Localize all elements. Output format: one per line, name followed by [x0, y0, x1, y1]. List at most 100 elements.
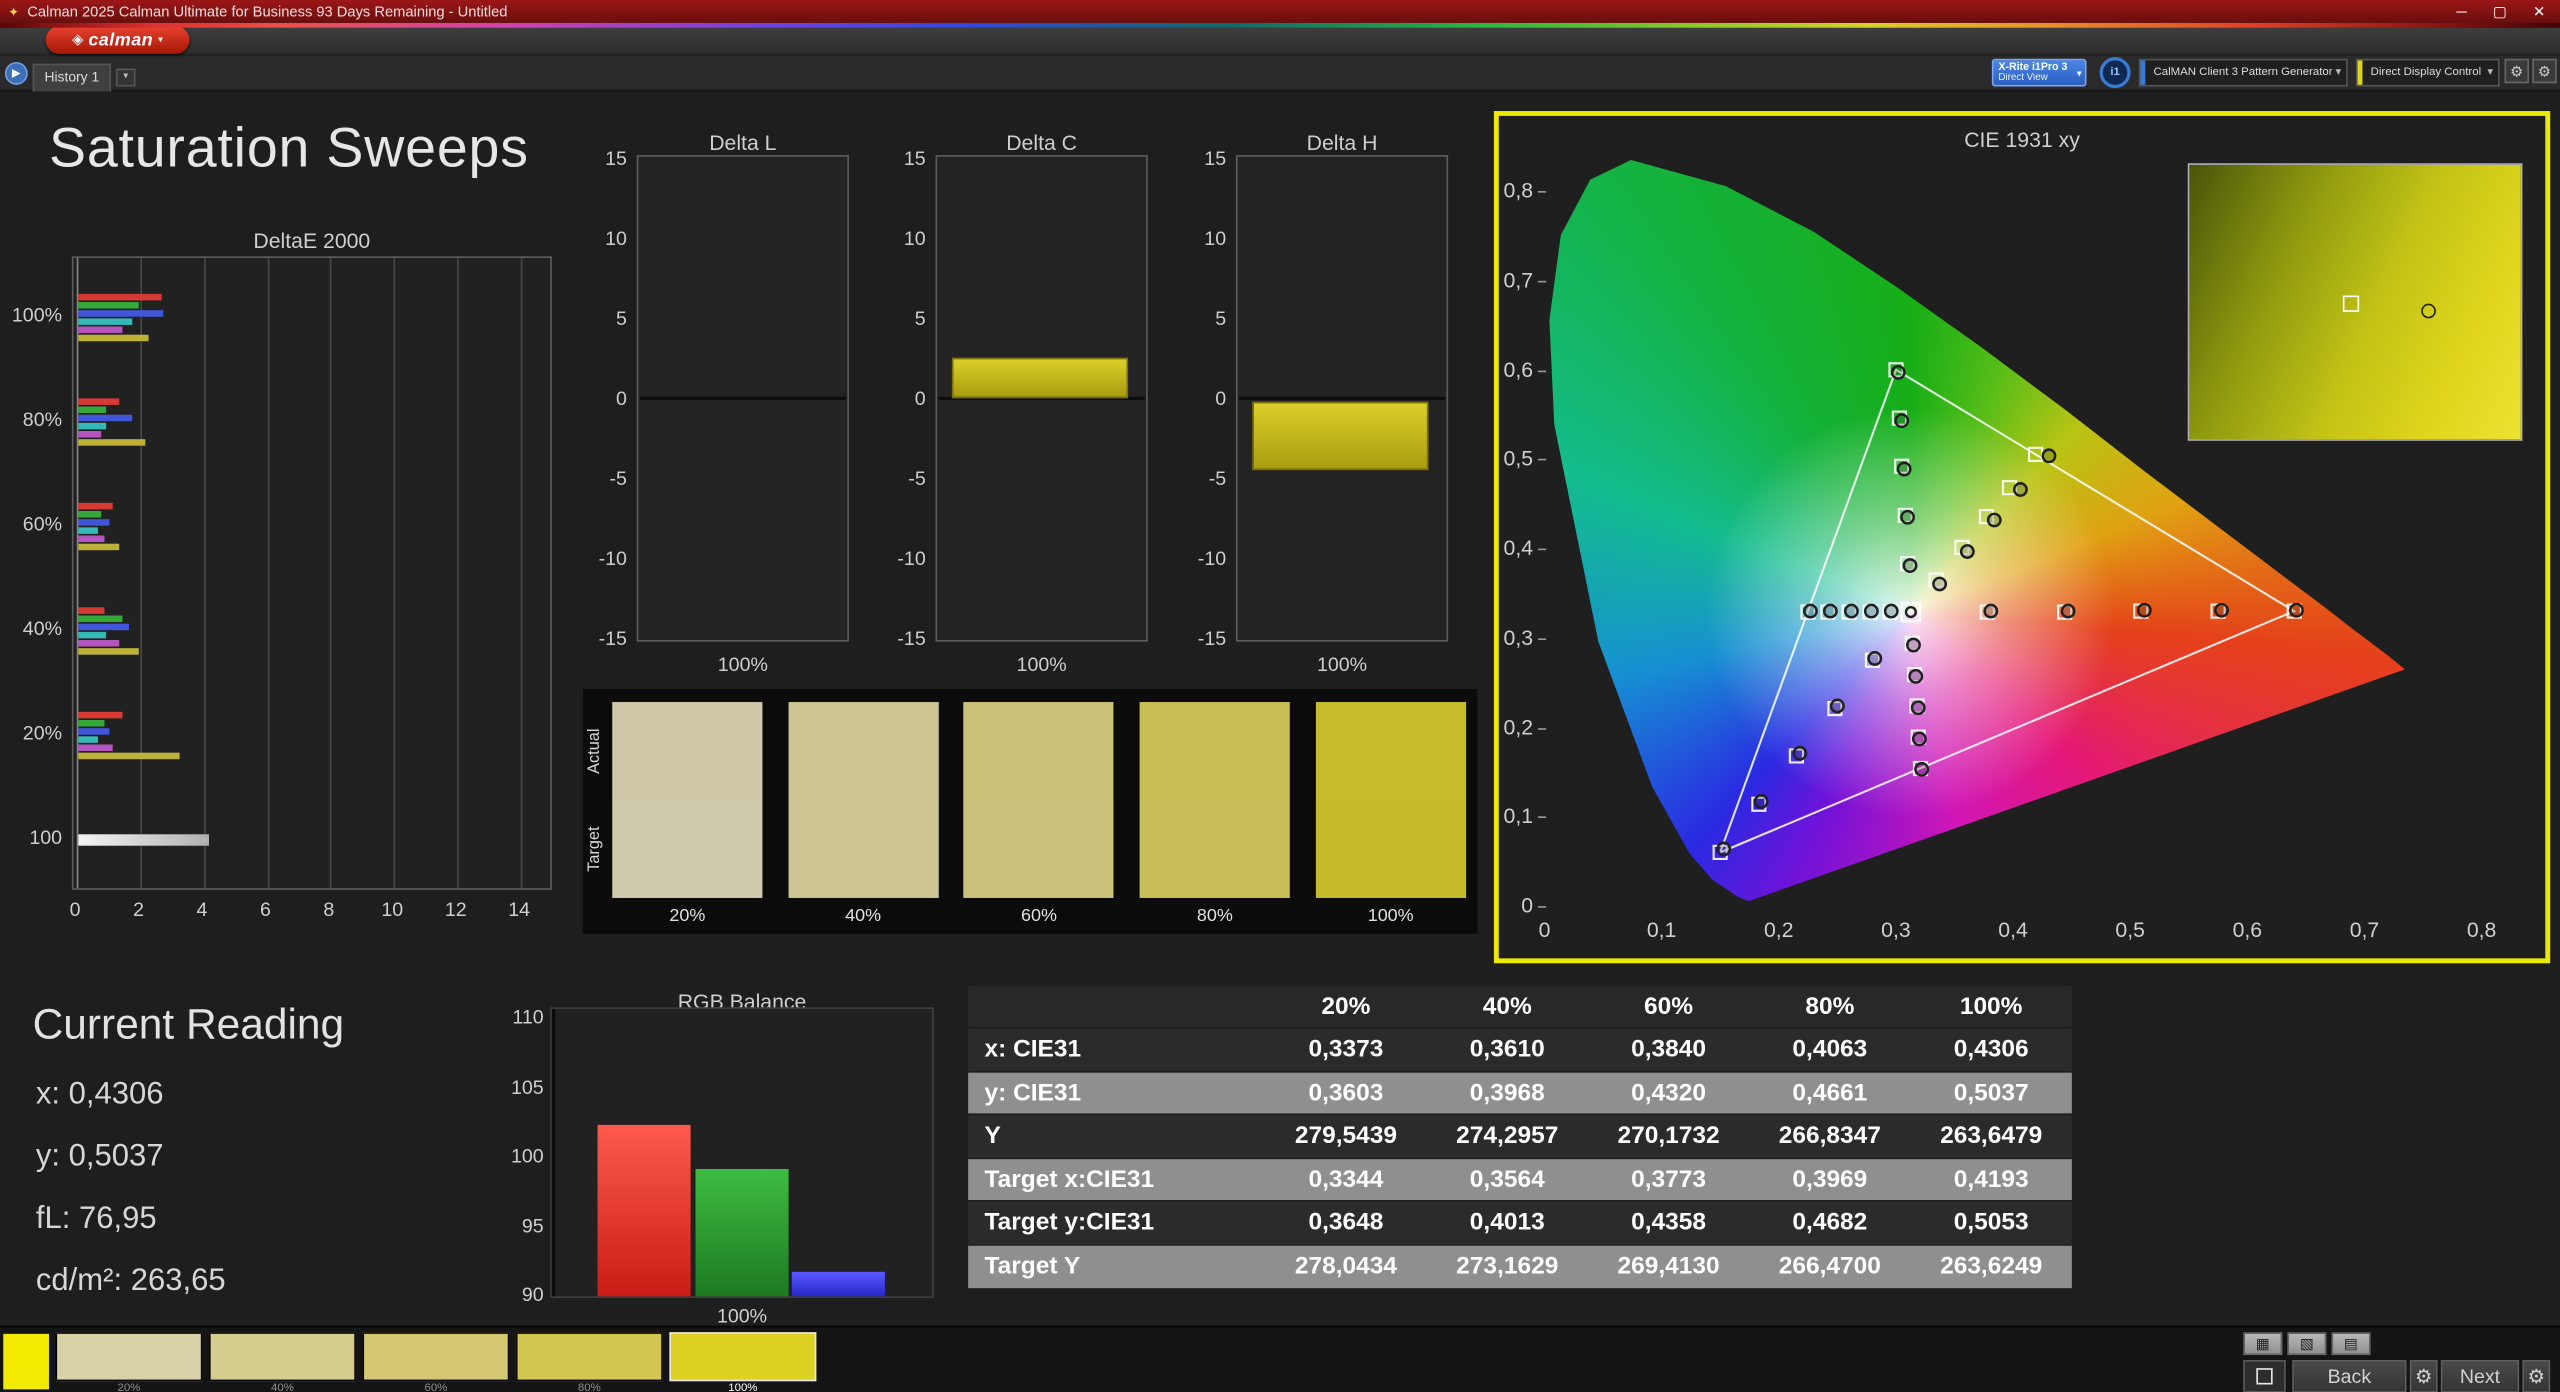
display-control-dropdown[interactable]: Direct Display Control ▾: [2355, 58, 2500, 87]
settings-gear-button[interactable]: ⚙: [2504, 58, 2529, 84]
table-cell: 274,2957: [1456, 1121, 1559, 1150]
swatch-target-60%: [963, 799, 1115, 898]
deltae-y-tick-label: 20%: [22, 721, 63, 745]
accent-bar: [2357, 60, 2363, 85]
swatch-column-label: 40%: [845, 906, 882, 926]
table-cell: 100%: [1959, 992, 2023, 1021]
window-title: Calman 2025 Calman Ultimate for Business…: [27, 3, 508, 20]
rgb-bar-blue: [791, 1271, 885, 1297]
dH-y-tick-label: -10: [1197, 546, 1227, 570]
deltae-x-tick-label: 8: [323, 897, 335, 921]
footer-swatch-40%[interactable]: [208, 1332, 356, 1382]
rgb-bar-green: [694, 1168, 788, 1297]
table-row: x: CIE31 0,3373 0,3610 0,3840 0,4063 0,4306: [968, 1026, 2072, 1071]
dH-zero-line: [1239, 396, 1445, 400]
dH-x-label: 100%: [1316, 653, 1368, 676]
rgb-x-label: 100%: [716, 1304, 768, 1328]
pattern-generator-dropdown[interactable]: CalMAN Client 3 Pattern Generator ▾: [2138, 58, 2348, 87]
measured-marker-red: [2136, 602, 2152, 618]
meter-dropdown[interactable]: X-Rite i1Pro 3 Direct View ▾: [1991, 58, 2087, 87]
table-cell: 266,8347: [1778, 1121, 1881, 1150]
footer-swatch-20%[interactable]: [55, 1332, 203, 1382]
cie-x-tick-label: 0: [1538, 917, 1551, 943]
measured-marker-green: [1900, 509, 1916, 525]
workflow-settings-gear-button[interactable]: ⚙: [2532, 58, 2557, 84]
dL-y-tick-label: -5: [609, 466, 627, 490]
cie-y-tick-label: 0,6: [1503, 356, 1534, 382]
calman-logo-icon: ◈: [72, 31, 84, 48]
table-row: y: CIE31 0,3603 0,3968 0,4320 0,4661 0,5037: [968, 1070, 2072, 1114]
swatch-target-80%: [1139, 799, 1290, 898]
deltae-bar-green: [78, 510, 101, 517]
measured-marker-magenta: [1910, 700, 1926, 716]
dC-y-tick-label: 0: [914, 386, 926, 410]
history-play-button[interactable]: ▶: [4, 62, 28, 85]
cie-y-tickmark: [1537, 548, 1547, 551]
tab-history-1[interactable]: History 1: [32, 63, 112, 92]
maximize-button[interactable]: ▢: [2493, 2, 2507, 20]
footer-swatch-label: 40%: [270, 1382, 294, 1392]
close-button[interactable]: ✕: [2533, 2, 2545, 20]
deltae-bar-magenta: [78, 430, 101, 437]
measured-marker-yellow: [1959, 544, 1975, 559]
table-cell: 0,4063: [1792, 1035, 1868, 1063]
table-cell: 273,1629: [1456, 1252, 1559, 1280]
footer-swatch-60%[interactable]: [362, 1332, 510, 1382]
cie-y-tickmark: [1537, 637, 1547, 640]
calman-menu-button[interactable]: ◈ calman ▾: [45, 26, 190, 54]
rgb-y-tick-label: 100: [510, 1144, 544, 1168]
measured-marker-blue: [1829, 698, 1845, 714]
deltae-x-tick-label: 4: [196, 897, 208, 921]
measured-marker-blue: [1867, 651, 1883, 666]
cie-x-tick-label: 0,4: [1998, 917, 2028, 943]
minimize-button[interactable]: ─: [2456, 2, 2466, 20]
swatch-column-label: 80%: [1196, 906, 1233, 926]
meter-status-badge[interactable]: i1: [2099, 57, 2131, 89]
white-point-measured: [1904, 605, 1917, 619]
current-reading-title: Current Reading: [32, 999, 345, 1049]
cie-y-tick-label: 0,2: [1503, 714, 1534, 739]
back-button[interactable]: Back: [2292, 1359, 2407, 1392]
dL-y-tick-label: 15: [605, 146, 627, 170]
next-button[interactable]: Next: [2440, 1359, 2520, 1392]
cie-y-tick-label: 0: [1521, 893, 1534, 918]
deltae-bar-yellow: [78, 333, 149, 341]
measured-marker-blue: [1716, 841, 1732, 857]
dC-y-tick-label: -5: [908, 466, 926, 490]
footer-tool-button-2[interactable]: ▤: [2331, 1332, 2371, 1356]
cie-y-tickmark: [1537, 191, 1547, 193]
footer-tool-button-0[interactable]: ▦: [2243, 1332, 2283, 1356]
cie-x-tick-label: 0,1: [1646, 917, 1677, 943]
footer-swatch-100%[interactable]: [669, 1332, 817, 1382]
table-cell: 0,3773: [1631, 1165, 1707, 1194]
cie-y-tickmark: [1537, 459, 1547, 461]
footer-swatch-80%[interactable]: [515, 1332, 663, 1382]
deltae-bar-blue: [78, 518, 111, 525]
deltae-bar-cyan: [78, 422, 107, 429]
back-settings-gear-icon[interactable]: ⚙: [2409, 1359, 2438, 1392]
cie-y-tick-label: 0,1: [1503, 803, 1534, 829]
deltae-bar-blue: [78, 622, 130, 630]
table-cell: 278,0434: [1294, 1252, 1398, 1280]
swatch-column-label: 100%: [1367, 906, 1414, 926]
deltae-gridline: [457, 257, 460, 889]
table-row-label: Y: [984, 1121, 1001, 1150]
footer-tool-button-1[interactable]: ▧: [2287, 1332, 2327, 1356]
dH-y-tick-label: 15: [1204, 146, 1227, 170]
pattern-window-button[interactable]: [2243, 1359, 2286, 1392]
dC-bar: [951, 356, 1129, 399]
table-cell: 0,3373: [1308, 1035, 1384, 1063]
deltae-gridline: [267, 257, 269, 889]
table-header-row: 20% 40% 60% 80% 100%: [968, 984, 2072, 1027]
measured-marker-magenta: [1906, 637, 1921, 653]
deltae-bar-red: [78, 606, 104, 614]
table-cell: 0,3648: [1308, 1208, 1384, 1237]
rgb-y-tick-label: 95: [521, 1213, 544, 1237]
pattern-window-icon: [2256, 1368, 2273, 1385]
dC-plot-area: [935, 155, 1148, 642]
next-settings-gear-icon[interactable]: ⚙: [2522, 1359, 2551, 1392]
cie-x-tick-label: 0,5: [2115, 917, 2145, 943]
swatch-target-40%: [788, 799, 939, 898]
history-more-button[interactable]: ▾: [115, 68, 136, 87]
table-cell: 0,3969: [1792, 1165, 1868, 1194]
